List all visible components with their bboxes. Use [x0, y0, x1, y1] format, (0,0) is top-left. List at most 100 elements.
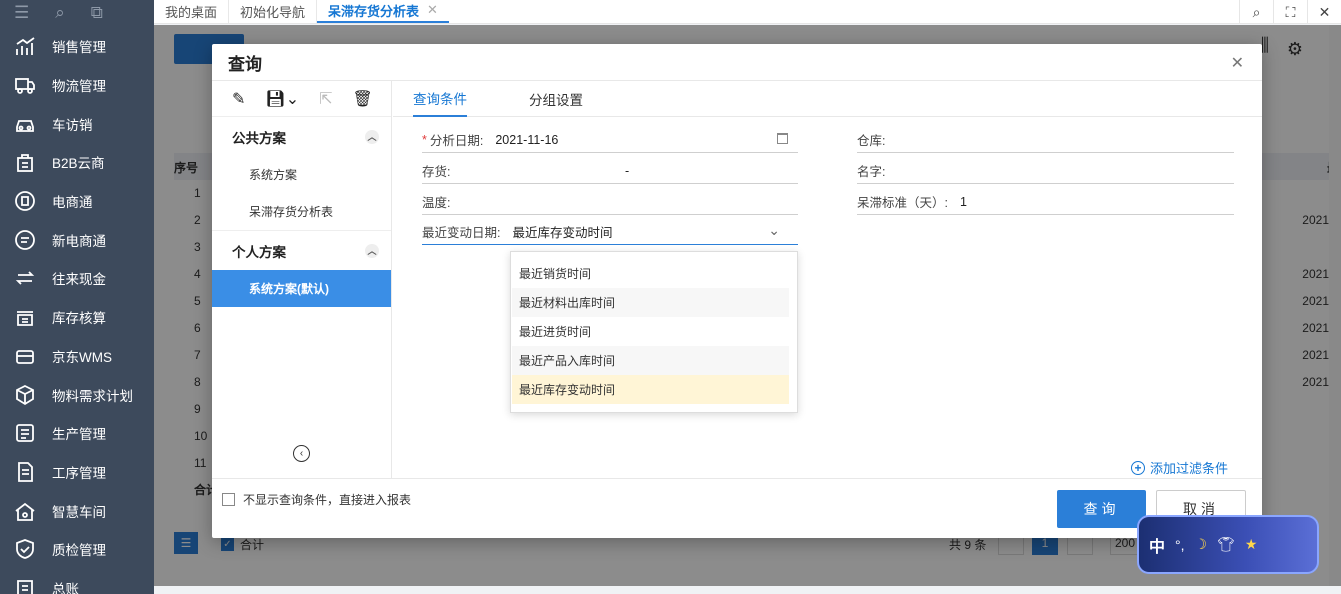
sidebar-item-logistics[interactable]: 物流管理: [0, 66, 154, 105]
chevron-up-icon[interactable]: ︿: [365, 243, 379, 258]
add-filter-label: 添加过滤条件: [1149, 461, 1228, 476]
warehouse-icon: [12, 304, 38, 330]
scheme-panel: ✎ 💾︎⌄ ⇱ 🗑︎ 公共方案 ︿ 系统方案 呆滞存货分析表 个人方案 ︿ 系统…: [212, 81, 392, 478]
sidebar-item-new-ecommerce[interactable]: 新电商通: [0, 220, 154, 259]
scheme-item-stale-report[interactable]: 呆滞存货分析表: [212, 193, 391, 230]
query-button[interactable]: 查询: [1057, 490, 1146, 528]
condition-panel: 查询条件 分组设置 * 分析日期: 2021-11-16 仓库: 存货: - 名…: [393, 81, 1262, 478]
warehouse-field[interactable]: 仓库:: [857, 127, 1234, 153]
process-icon: [12, 459, 38, 485]
sidebar: ☰ ⌕ ⧉ 销售管理 物流管理 车访销 B2B云商 电商通 新电商通 往来现金 …: [0, 0, 154, 594]
name-field[interactable]: 名字:: [857, 158, 1234, 184]
scheme-item-system[interactable]: 系统方案: [212, 156, 391, 193]
dropdown-option[interactable]: 最近销货时间: [512, 259, 789, 288]
maximize-icon[interactable]: ⛶: [1273, 0, 1307, 24]
search-icon[interactable]: ⌕: [1239, 0, 1273, 24]
new-ecommerce-icon: [12, 227, 38, 253]
calendar-icon[interactable]: [777, 133, 788, 144]
search-doc-icon[interactable]: ⌕: [55, 3, 65, 23]
add-window-icon[interactable]: ⧉: [91, 3, 103, 23]
box-icon: [12, 382, 38, 408]
group-label: 公共方案: [232, 130, 286, 146]
field-label: 呆滞标准（天）:: [857, 196, 948, 210]
ecommerce-icon: [12, 188, 38, 214]
sidebar-item-ledger[interactable]: 总账: [0, 569, 154, 594]
sidebar-item-label: 物流管理: [52, 79, 106, 95]
sidebar-item-production[interactable]: 生产管理: [0, 414, 154, 453]
chevron-down-icon[interactable]: ⌄: [768, 222, 780, 239]
sidebar-item-process[interactable]: 工序管理: [0, 453, 154, 492]
collapse-left-icon[interactable]: ‹: [293, 445, 310, 462]
save-icon[interactable]: 💾︎⌄: [265, 89, 299, 109]
chevron-up-icon[interactable]: ︿: [365, 129, 379, 144]
checkbox-icon[interactable]: [222, 493, 235, 506]
field-label: 仓库:: [857, 134, 886, 148]
recent-change-dropdown: 最近销货时间 最近材料出库时间 最近进货时间 最近产品入库时间 最近库存变动时间: [510, 251, 798, 413]
skin-icon[interactable]: 👕︎: [1217, 536, 1235, 553]
car-icon: [12, 111, 38, 137]
tab-desktop[interactable]: 我的桌面: [154, 0, 230, 23]
tab-group-settings[interactable]: 分组设置: [529, 81, 583, 117]
public-scheme-group[interactable]: 公共方案 ︿: [212, 117, 391, 156]
bottom-strip: [154, 586, 1341, 594]
field-label: 温度:: [422, 196, 451, 210]
tab-init-nav[interactable]: 初始化导航: [229, 0, 318, 23]
menu-icon[interactable]: ☰: [14, 3, 29, 23]
dropdown-option[interactable]: 最近产品入库时间: [512, 346, 789, 375]
skip-conditions-checkbox[interactable]: 不显示查询条件，直接进入报表: [222, 491, 411, 508]
add-filter-button[interactable]: + 添加过滤条件: [1130, 458, 1228, 477]
dialog-footer: 不显示查询条件，直接进入报表 查询 取消: [212, 478, 1262, 538]
truck-icon: [12, 72, 38, 98]
shield-check-icon: [12, 536, 38, 562]
sidebar-item-inventory[interactable]: 库存核算: [0, 298, 154, 337]
field-label: 存货:: [422, 165, 451, 179]
sidebar-item-car-sales[interactable]: 车访销: [0, 104, 154, 143]
delete-icon[interactable]: 🗑︎: [353, 89, 373, 109]
sidebar-item-smart-workshop[interactable]: 智慧车间: [0, 491, 154, 530]
dropdown-option[interactable]: 最近材料出库时间: [512, 288, 789, 317]
star-icon[interactable]: ★: [1245, 536, 1258, 553]
sidebar-item-label: 销售管理: [52, 40, 106, 56]
punctuation-icon[interactable]: °,: [1175, 537, 1185, 553]
tab-stale-inventory[interactable]: 呆滞存货分析表 ✕: [317, 0, 449, 23]
close-icon[interactable]: ✕: [427, 2, 438, 18]
edit-icon[interactable]: ✎: [232, 89, 245, 109]
sidebar-item-label: 车访销: [52, 117, 93, 133]
sidebar-item-label: B2B云商: [52, 156, 105, 172]
sidebar-item-label: 库存核算: [52, 311, 106, 327]
ime-mode[interactable]: 中: [1149, 533, 1165, 557]
moon-icon[interactable]: ☽: [1195, 536, 1208, 553]
sidebar-item-mrp[interactable]: 物料需求计划: [0, 375, 154, 414]
sidebar-item-sales[interactable]: 销售管理: [0, 27, 154, 66]
recent-change-date-select[interactable]: 最近变动日期: 最近库存变动时间 ⌄: [422, 219, 798, 245]
production-icon: [12, 420, 38, 446]
sidebar-item-cash[interactable]: 往来现金: [0, 259, 154, 298]
dropdown-option-selected[interactable]: 最近库存变动时间: [512, 375, 789, 404]
sidebar-item-ecommerce[interactable]: 电商通: [0, 182, 154, 221]
close-icon[interactable]: ✕: [1231, 53, 1244, 73]
tab-query-conditions[interactable]: 查询条件: [413, 81, 467, 117]
scheme-item-default[interactable]: 系统方案(默认): [212, 270, 391, 307]
factory-icon: [12, 498, 38, 524]
personal-scheme-group[interactable]: 个人方案 ︿: [212, 231, 391, 270]
group-label: 个人方案: [232, 244, 286, 260]
sidebar-item-quality[interactable]: 质检管理: [0, 530, 154, 569]
analysis-date-field[interactable]: * 分析日期: 2021-11-16: [422, 127, 798, 153]
bar-chart-icon: [12, 33, 38, 59]
sidebar-item-label: 电商通: [52, 195, 93, 211]
temperature-field[interactable]: 温度:: [422, 189, 798, 215]
dropdown-option[interactable]: 最近进货时间: [512, 317, 789, 346]
ledger-icon: [12, 575, 38, 594]
sidebar-item-jd-wms[interactable]: 京东WMS: [0, 337, 154, 376]
inventory-field[interactable]: 存货: -: [422, 158, 798, 184]
close-icon[interactable]: ✕: [1307, 0, 1341, 24]
field-value: -: [625, 163, 630, 178]
sidebar-item-b2b[interactable]: B2B云商: [0, 143, 154, 182]
export-icon[interactable]: ⇱: [319, 89, 332, 109]
tab-label: 我的桌面: [165, 4, 218, 20]
ime-toolbar[interactable]: 中 °, ☽ 👕︎ ★: [1137, 515, 1319, 574]
tab-bar: 我的桌面 初始化导航 呆滞存货分析表 ✕ ⌕ ⛶ ✕: [154, 0, 1341, 24]
stale-days-field[interactable]: 呆滞标准（天）: 1: [857, 189, 1234, 215]
sidebar-item-label: 生产管理: [52, 427, 106, 443]
dialog-title: 查询: [212, 44, 1262, 81]
